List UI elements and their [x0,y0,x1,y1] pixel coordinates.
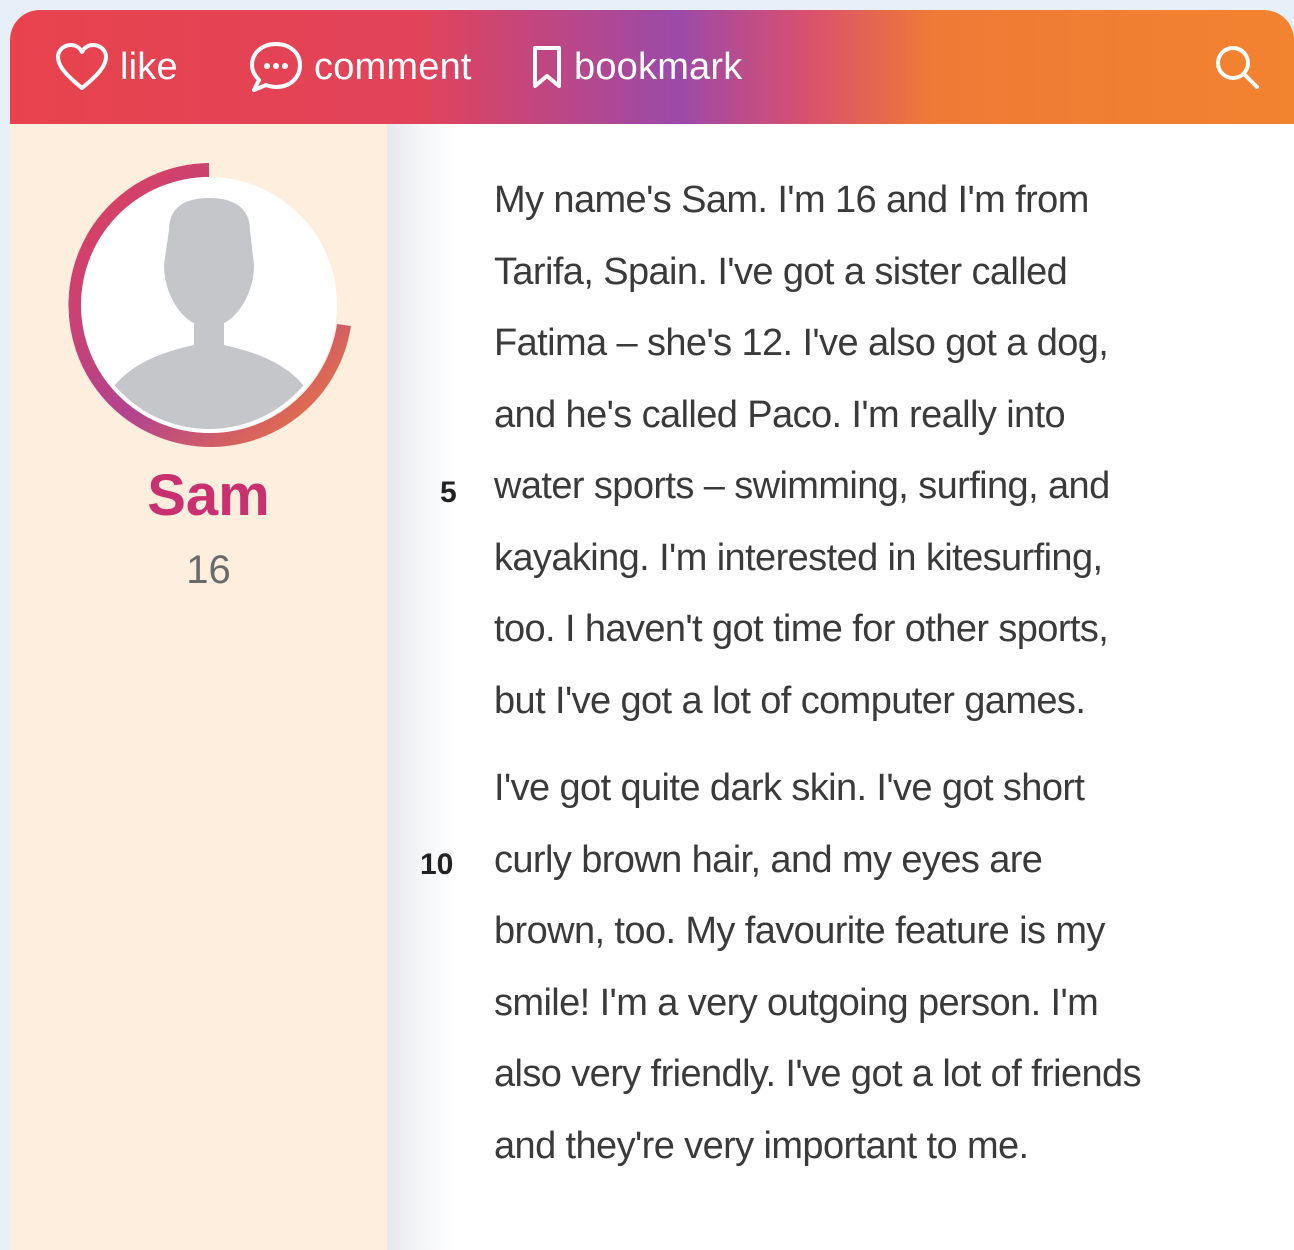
text-line: curly brown hair, and my eyes are [494,838,1043,881]
text-line: My name's Sam. I'm 16 and I'm from [494,179,1089,221]
bookmark-icon [530,44,564,90]
heart-icon [54,42,110,92]
comment-label: comment [314,45,472,88]
post-paragraph-2: I've got quite dark skin. I've got short… [494,753,1142,1182]
text-line: Fatima – she's 12. I've also got a dog, [494,322,1109,364]
text-line: kayaking. I'm interested in kitesurfing, [494,536,1103,579]
text-line: too. I haven't got time for other sports… [494,608,1109,650]
text-line: but I've got a lot of computer games. [494,679,1086,722]
speech-bubble-icon [248,40,304,94]
comment-button[interactable]: comment [248,10,472,124]
avatar [64,160,354,450]
text-line: Tarifa, Spain. I've got a sister called [494,250,1068,293]
like-label: like [120,45,178,88]
profile-age: 16 [186,548,231,592]
text-line: and they're very important to me. [494,1124,1029,1167]
bookmark-label: bookmark [574,45,743,88]
search-button[interactable] [1214,44,1260,90]
text-line: water sports – swimming, surfing, and [494,465,1110,507]
search-icon [1214,46,1260,94]
profile-name: Sam [147,463,270,528]
text-line: brown, too. My favourite feature is my [494,910,1105,952]
action-bar: like comment bookmark [10,10,1294,124]
text-line: smile! I'm a very outgoing person. I'm [494,981,1099,1024]
bookmark-button[interactable]: bookmark [530,10,742,124]
text-line: and he's called Paco. I'm really into [494,393,1066,436]
like-button[interactable]: like [54,10,178,124]
line-number-10: 10 [420,848,454,881]
page-gutter-shadow [387,124,457,1250]
text-line: also very friendly. I've got a lot of fr… [494,1053,1142,1095]
line-number-5: 5 [440,476,457,509]
profile-post-card: like comment bookmark Sam 16 5 10 My nam… [10,10,1294,1250]
text-line: I've got quite dark skin. I've got short [494,767,1085,809]
post-paragraph-1: My name's Sam. I'm 16 and I'm from Tarif… [494,165,1110,737]
